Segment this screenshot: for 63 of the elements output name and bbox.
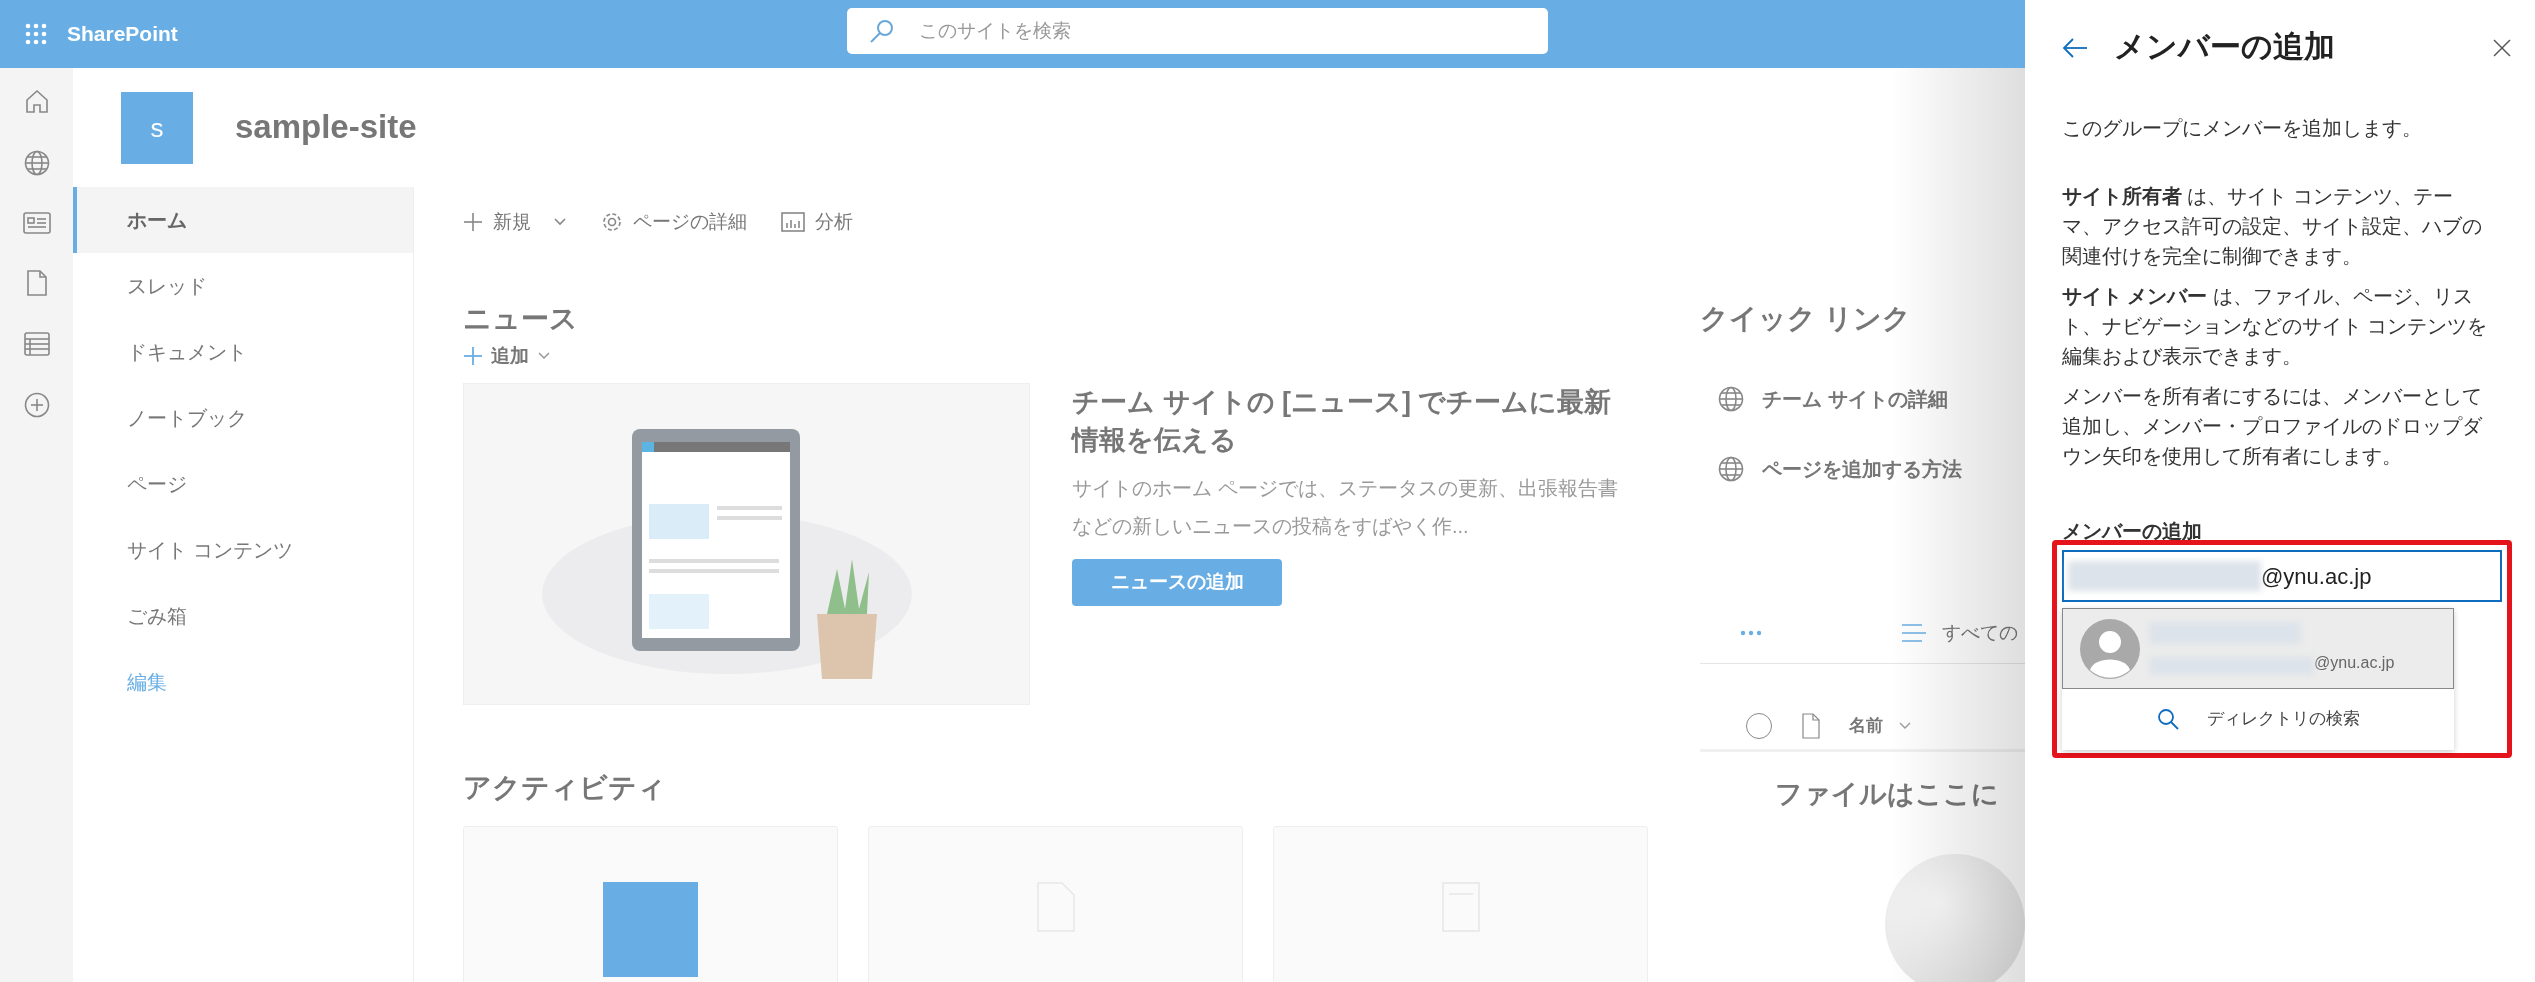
quick-link[interactable]: ページを追加する方法 — [1700, 433, 2025, 504]
file-icon[interactable] — [25, 270, 48, 296]
app-name[interactable]: SharePoint — [67, 18, 178, 50]
view-button[interactable]: すべての — [1902, 618, 2018, 648]
nav-item[interactable]: ノートブック — [73, 385, 413, 451]
quick-link[interactable]: チーム サイトの詳細 — [1700, 363, 2025, 434]
home-icon[interactable] — [23, 88, 50, 114]
select-circle-icon[interactable] — [1745, 712, 1773, 741]
nav-item[interactable]: ごみ箱 — [73, 583, 413, 649]
list-icon[interactable] — [23, 332, 50, 356]
nav-item[interactable]: ドキュメント — [73, 319, 413, 385]
description-text: サイト メンバー は、ファイル、ページ、リスト、ナビゲーションなどのサイト コンテンツを編集および表示できます。 — [2062, 284, 2489, 369]
app-launcher-icon[interactable] — [25, 23, 47, 45]
nav-item[interactable]: スレッド — [73, 253, 413, 319]
command-button[interactable]: 分析 — [781, 207, 853, 237]
back-arrow-icon[interactable] — [2062, 37, 2088, 58]
more-icon[interactable] — [1740, 630, 1762, 637]
column-header[interactable]: 名前 — [1849, 713, 1911, 739]
description-text: メンバーを所有者にするには、メンバーとして追加し、メンバー・プロファイルのドロップダウン矢印を使用して所有者にします。 — [2062, 384, 2484, 469]
field-label: メンバーの追加 — [2062, 519, 2202, 544]
description-text: サイト所有者 は、サイト コンテンツ、テーマ、アクセス許可の設定、サイト設定、ハブの関連付けを完全に制御できます。 — [2062, 184, 2483, 269]
close-icon[interactable] — [2493, 38, 2511, 57]
caret-icon — [553, 217, 567, 227]
globe-icon — [1718, 385, 1744, 412]
plus-icon — [463, 345, 483, 366]
empty-message: ファイルはここに — [1774, 777, 2000, 811]
input-value: @ynu.ac.jp — [2261, 562, 2372, 591]
caret-icon — [537, 350, 551, 361]
nav-item[interactable]: ホーム — [73, 187, 413, 253]
globe-icon — [1718, 455, 1744, 482]
activity-card[interactable] — [463, 826, 838, 982]
directory-search-button[interactable]: ディレクトリの検索 — [2062, 689, 2454, 749]
command-button[interactable]: ページの詳細 — [601, 207, 747, 237]
edit-link[interactable]: 編集 — [73, 649, 413, 715]
gear-icon — [601, 211, 623, 233]
suggestion-item[interactable]: @ynu.ac.jp — [2062, 608, 2454, 689]
avatar-icon — [2079, 617, 2141, 680]
news-icon[interactable] — [22, 212, 51, 234]
site-logo: s — [121, 92, 193, 164]
nav-item[interactable]: ページ — [73, 451, 413, 517]
section-heading: クイック リンク — [1700, 302, 1912, 336]
member-input-field[interactable]: @ynu.ac.jp — [2062, 550, 2502, 602]
suggestion-email: @ynu.ac.jp — [2314, 653, 2395, 673]
news-description: サイトのホーム ページでは、ステータスの更新、出張報告書などの新しいニュースの投稿をすばやく作... — [1072, 475, 1619, 539]
search-field[interactable]: このサイトを検索 — [847, 8, 1548, 54]
panel-title: メンバーの追加 — [2114, 28, 2335, 67]
list-icon — [1902, 623, 1926, 644]
command-button[interactable]: 新規 — [463, 207, 567, 237]
add-news-button[interactable]: ニュースの追加 — [1072, 558, 1282, 606]
caret-icon — [1899, 722, 1911, 731]
add-news-button[interactable]: 追加 — [463, 341, 551, 371]
news-headline: チーム サイトの [ニュース] でチームに最新情報を伝える — [1072, 385, 1613, 457]
file-icon — [1801, 713, 1821, 740]
site-title: sample-site — [235, 107, 417, 147]
add-circle-icon[interactable] — [23, 392, 50, 418]
chart-icon — [781, 212, 805, 232]
nav-item[interactable]: サイト コンテンツ — [73, 517, 413, 583]
globe-icon[interactable] — [23, 150, 50, 176]
search-icon — [2156, 708, 2179, 730]
section-heading: ニュース — [463, 302, 579, 336]
intro-text: このグループにメンバーを追加します。 — [2062, 116, 2423, 141]
section-heading: アクティビティ — [463, 770, 667, 805]
plus-icon — [463, 212, 483, 232]
